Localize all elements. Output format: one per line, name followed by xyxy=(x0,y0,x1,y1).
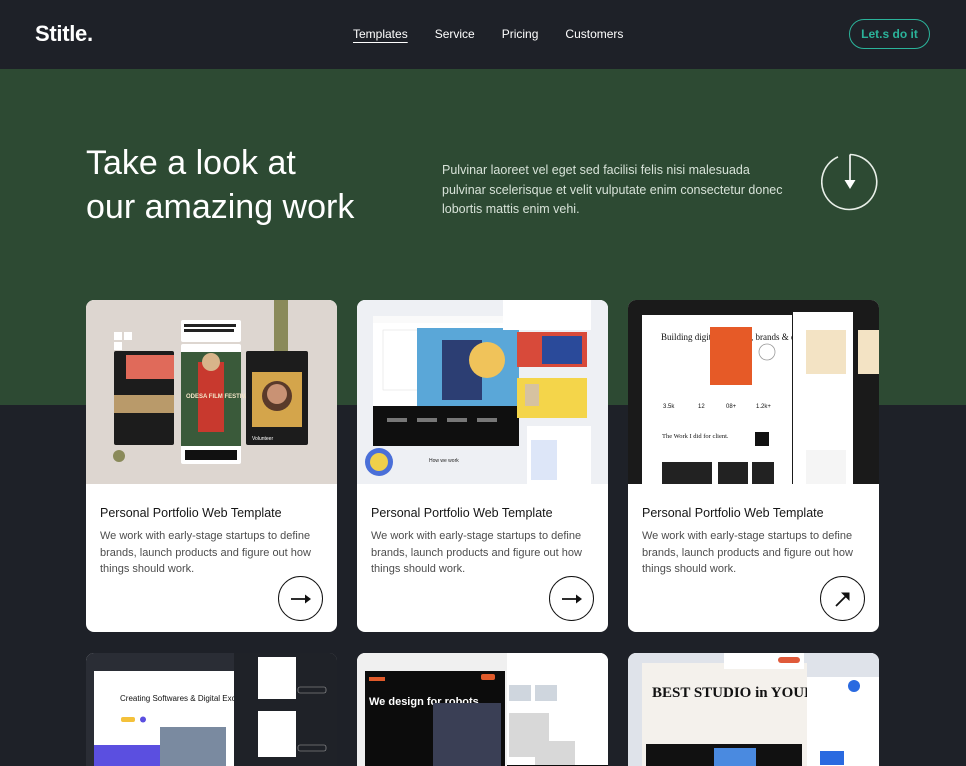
template-card[interactable]: We design for robots. xyxy=(357,653,608,766)
hero-title-line-1: Take a look at xyxy=(86,144,296,182)
preview-stat: 1.2k+ xyxy=(756,404,771,410)
card-description: We work with early-stage startups to def… xyxy=(100,530,311,575)
template-card[interactable]: ODESA FILM FESTIVAL Volunteer Personal P… xyxy=(86,300,337,632)
hero-title: Take a look at our amazing work xyxy=(86,141,416,229)
hero-title-line-2: our amazing work xyxy=(86,188,355,226)
template-preview-image: Creating Softwares & Digital Excellence xyxy=(86,653,337,766)
arrow-right-icon[interactable] xyxy=(278,576,323,621)
arrow-up-right-icon[interactable] xyxy=(820,576,865,621)
preview-stat: 3.5k xyxy=(663,404,675,410)
top-navigation-bar: Stitle. Templates Service Pricing Custom… xyxy=(0,0,966,69)
template-card[interactable]: Add value on your brand to make your pro… xyxy=(357,300,608,632)
nav-item-customers[interactable]: Customers xyxy=(565,27,623,41)
arrow-down-icon[interactable] xyxy=(820,153,879,211)
card-badge-text: Volunteer xyxy=(252,436,273,442)
template-preview-image: BEST STUDIO in YOUR TOWN xyxy=(628,653,879,766)
preview-section-title: How we work xyxy=(429,458,459,464)
template-preview-image: Add value on your brand to make your pro… xyxy=(357,300,608,484)
brand-logo[interactable]: Stitle. xyxy=(35,21,93,47)
card-title: Personal Portfolio Web Template xyxy=(100,506,282,520)
template-preview-image: We design for robots. xyxy=(357,653,608,766)
card-poster-text: ODESA FILM FESTIVAL xyxy=(186,394,253,400)
nav-item-pricing[interactable]: Pricing xyxy=(502,27,539,41)
template-card[interactable]: Building digital products, brands & expe… xyxy=(628,300,879,632)
cta-button[interactable]: Let.s do it xyxy=(849,19,930,49)
card-description: We work with early-stage startups to def… xyxy=(642,530,853,575)
hero-description: Pulvinar laoreet vel eget sed facilisi f… xyxy=(442,163,783,216)
main-nav: Templates Service Pricing Customers xyxy=(353,27,623,41)
template-card[interactable]: Creating Softwares & Digital Excellence xyxy=(86,653,337,766)
template-preview-image: Building digital products, brands & expe… xyxy=(628,300,879,484)
preview-subheading: The Work I did for client. xyxy=(662,433,729,440)
template-preview-image: ODESA FILM FESTIVAL Volunteer xyxy=(86,300,337,484)
preview-stat: 08+ xyxy=(726,404,737,410)
card-description: We work with early-stage startups to def… xyxy=(371,530,582,575)
preview-stat: 12 xyxy=(698,404,705,410)
arrow-right-icon[interactable] xyxy=(549,576,594,621)
card-title: Personal Portfolio Web Template xyxy=(371,506,553,520)
nav-item-service[interactable]: Service xyxy=(435,27,475,41)
template-card[interactable]: BEST STUDIO in YOUR TOWN xyxy=(628,653,879,766)
card-title: Personal Portfolio Web Template xyxy=(642,506,824,520)
nav-item-templates[interactable]: Templates xyxy=(353,27,408,41)
